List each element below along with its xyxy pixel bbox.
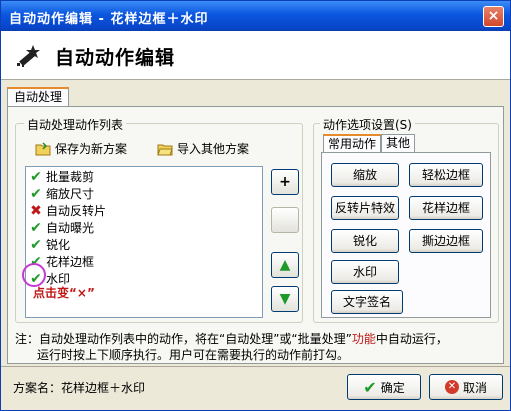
title-bar[interactable]: 自动动作编辑 - 花样边框＋水印 × [1, 1, 510, 31]
list-item[interactable]: ✔ 批量裁剪 [29, 169, 94, 185]
tab-common-actions[interactable]: 常用动作 [323, 134, 381, 153]
list-item[interactable]: ✔ 自动曝光 [29, 220, 94, 236]
check-icon[interactable]: ✔ [29, 187, 43, 201]
folder-open-icon [157, 144, 173, 156]
note-line2: 运行时按上下顺序执行。用户可在需要执行的动作前打勾。 [37, 348, 350, 362]
list-item-label: 自动反转片 [46, 204, 107, 218]
dialog-header: 自动动作编辑 [1, 31, 510, 80]
list-item[interactable]: ✔ 缩放尺寸 [29, 186, 94, 202]
fancy-border-button[interactable]: 花样边框 [409, 196, 483, 220]
torn-border-button[interactable]: 撕边边框 [409, 229, 483, 253]
folder-save-icon [35, 142, 51, 156]
header-title: 自动动作编辑 [55, 47, 176, 69]
list-item-label: 自动曝光 [46, 221, 95, 235]
watermark-button[interactable]: 水印 [331, 260, 399, 284]
blank-side-button[interactable] [271, 207, 299, 233]
action-list-legend: 自动处理动作列表 [24, 116, 127, 133]
add-action-button[interactable]: + [271, 169, 299, 195]
check-icon[interactable]: ✔ [29, 170, 43, 184]
check-icon[interactable]: ✔ [29, 221, 43, 235]
save-scheme-button[interactable]: 保存为新方案 [35, 139, 127, 159]
note-highlight: 功能 [351, 332, 376, 346]
dialog-window: 自动动作编辑 - 花样边框＋水印 × 自动动作编辑 自动处理 自动处理动作列表 … [0, 0, 511, 411]
window-title: 自动动作编辑 - 花样边框＋水印 [9, 12, 209, 27]
reversal-film-button[interactable]: 反转片特效 [331, 196, 399, 220]
close-button[interactable]: × [483, 6, 504, 27]
easy-border-button[interactable]: 轻松边框 [409, 163, 483, 187]
list-item-label: 锐化 [46, 238, 71, 252]
magic-wand-icon [17, 45, 40, 67]
cancel-icon: ✕ [444, 380, 459, 394]
tutorial-hint: 点击变“×” [33, 286, 95, 300]
ok-button[interactable]: ✔ 确定 [347, 374, 421, 400]
action-options-legend: 动作选项设置(S) [320, 116, 415, 133]
list-item-label: 花样边框 [46, 255, 95, 269]
check-icon[interactable]: ✔ [29, 238, 43, 252]
list-item[interactable]: ✖ 自动反转片 [29, 203, 106, 219]
sharpen-button[interactable]: 锐化 [331, 229, 399, 253]
cancel-button[interactable]: ✕ 取消 [429, 374, 503, 400]
note-line1: 注：自动处理动作列表中的动作，将在“自动处理”或“批量处理” [15, 332, 352, 346]
list-item-label: 缩放尺寸 [46, 187, 95, 201]
list-item-label: 批量裁剪 [46, 170, 95, 184]
resize-button[interactable]: 缩放 [331, 163, 399, 187]
checkmark-icon: ✔ [363, 377, 377, 397]
note-text: 注：自动处理动作列表中的动作，将在“自动处理”或“批量处理”功能中自动运行， 运… [15, 331, 495, 363]
move-down-button[interactable]: ▼ [271, 286, 299, 312]
text-signature-button[interactable]: 文字签名 [331, 290, 403, 314]
ok-label: 确定 [380, 380, 405, 395]
move-up-button[interactable]: ▲ [271, 252, 299, 278]
import-scheme-button[interactable]: 导入其他方案 [157, 139, 249, 159]
save-scheme-label: 保存为新方案 [55, 142, 128, 156]
scheme-name: 方案名：花样边框＋水印 [13, 381, 146, 395]
footer-divider [1, 366, 510, 367]
cross-icon[interactable]: ✖ [29, 204, 43, 218]
tab-other[interactable]: 其他 [381, 134, 415, 153]
cancel-label: 取消 [462, 380, 487, 395]
tab-auto-process[interactable]: 自动处理 [7, 87, 69, 107]
list-item[interactable]: ✔ 锐化 [29, 237, 70, 253]
import-scheme-label: 导入其他方案 [177, 142, 250, 156]
note-line1-end: 中自动运行， [375, 332, 448, 346]
